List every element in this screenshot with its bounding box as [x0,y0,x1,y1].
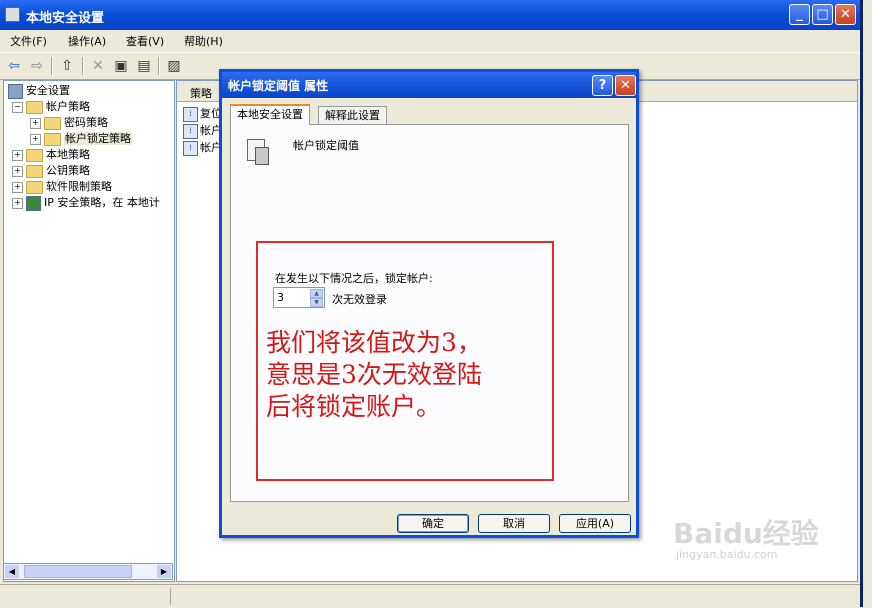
expand-icon[interactable]: + [30,117,41,129]
spinner-value: 3 [277,291,284,304]
dialog-close-button[interactable]: ✕ [615,75,636,96]
menu-action[interactable]: 操作(A) [68,33,106,49]
toolbar-separator [158,57,160,75]
list-item[interactable]: ⁞ 复位 [183,105,222,122]
toolbar-separator [51,57,53,75]
export-list-icon[interactable]: ▤ [135,57,153,75]
policy-icon: ⁞ [183,106,198,122]
tab-page: 帐户锁定阈值 在发生以下情况之后，锁定帐户: 3 ▲ ▼ 次无效登录 我们将该值… [230,124,629,502]
policy-server-icon [245,139,271,167]
tree-item-security-settings[interactable]: 安全设置 [8,83,160,99]
help-button[interactable]: ? [592,75,613,96]
tree-item-account-policies[interactable]: − 帐户策略 [8,99,160,115]
collapse-icon[interactable]: − [12,101,23,113]
close-button[interactable]: ✕ [835,4,856,25]
lockout-threshold-spinner[interactable]: 3 ▲ ▼ [273,287,325,308]
watermark-logo: Baidu经验 [673,517,819,550]
tree-item-ip-security[interactable]: + IP 安全策略，在 本地计 [8,195,160,211]
tree-item-software-restriction[interactable]: + 软件限制策略 [8,179,160,195]
folder-icon [44,116,61,130]
back-icon[interactable]: ⇦ [5,57,23,75]
tree-item-public-key-policies[interactable]: + 公钥策略 [8,163,160,179]
folder-icon [26,180,43,194]
list-item[interactable]: ⁞ 帐户 [183,139,222,156]
minimize-button[interactable]: _ [789,4,810,25]
spin-down-icon[interactable]: ▼ [310,298,323,307]
annotation-box: 在发生以下情况之后，锁定帐户: 3 ▲ ▼ 次无效登录 我们将该值改为3， 意思… [256,241,554,481]
folder-icon [26,148,43,162]
ip-security-icon [26,195,41,211]
menu-bar: 文件(F) 操作(A) 查看(V) 帮助(H) [0,30,860,50]
delete-icon[interactable]: ✕ [89,57,107,75]
cancel-button[interactable]: 取消 [478,514,550,533]
tree-item-label: 帐户锁定策略 [64,132,132,145]
expand-icon[interactable]: + [30,133,41,145]
watermark-url: jingyan.baidu.com [676,548,778,561]
expand-icon[interactable]: + [12,149,23,161]
spin-up-icon[interactable]: ▲ [310,289,323,298]
policy-icon: ⁞ [183,140,198,156]
window-title: 本地安全设置 [26,11,105,26]
status-bar [0,584,860,608]
folder-open-icon [26,100,43,114]
list-item[interactable]: ⁞ 帐户 [183,122,222,139]
security-settings-icon [8,83,23,99]
scroll-right-icon[interactable]: ▶ [157,565,171,578]
lockout-prompt: 在发生以下情况之后，锁定帐户: [275,272,433,285]
status-divider [170,588,171,605]
tree-item-label: 安全设置 [26,84,70,97]
dialog-title-bar[interactable]: 帐户锁定阈值 属性 ? ✕ [222,72,636,98]
up-folder-icon[interactable]: ⇧ [58,57,76,75]
tab-explain-setting[interactable]: 解释此设置 [318,106,387,124]
menu-help[interactable]: 帮助(H) [184,33,223,49]
menu-view[interactable]: 查看(V) [126,33,164,49]
tree-item-label: 本地策略 [46,148,90,161]
policy-name-label: 帐户锁定阈值 [293,139,359,152]
folder-open-icon [44,132,61,146]
app-icon [5,7,20,22]
tree-item-label: IP 安全策略，在 本地计 [44,196,160,209]
policy-icon: ⁞ [183,123,198,139]
dialog-title: 帐户锁定阈值 属性 [228,79,329,93]
tab-local-security-setting[interactable]: 本地安全设置 [230,104,310,125]
toolbar-separator [82,57,84,75]
properties-dialog: 帐户锁定阈值 属性 ? ✕ 本地安全设置 解释此设置 帐户锁定阈值 在发生以下情… [219,69,639,538]
expand-icon[interactable]: + [12,197,23,209]
annotation-text: 我们将该值改为3， 意思是3次无效登陆 后将锁定账户。 [266,328,482,421]
spinner-suffix: 次无效登录 [332,293,387,306]
scroll-thumb[interactable] [24,565,132,578]
help-topics-icon[interactable]: ▨ [165,57,183,75]
tree-horizontal-scrollbar[interactable]: ◀ ▶ [3,563,173,580]
tree-item-label: 软件限制策略 [46,180,112,193]
tree-item-label: 公钥策略 [46,164,90,177]
tree-item-local-policies[interactable]: + 本地策略 [8,147,160,163]
expand-icon[interactable]: + [12,181,23,193]
expand-icon[interactable]: + [12,165,23,177]
folder-icon [26,164,43,178]
apply-button[interactable]: 应用(A) [559,514,631,533]
scroll-left-icon[interactable]: ◀ [5,565,19,578]
ok-button[interactable]: 确定 [397,514,469,533]
properties-icon[interactable]: ▣ [112,57,130,75]
tree-item-password-policy[interactable]: + 密码策略 [8,115,160,131]
maximize-button[interactable]: □ [812,4,833,25]
forward-icon[interactable]: ⇨ [28,57,46,75]
tree-list: 安全设置 − 帐户策略 + 密码策略 + 帐户锁定策略 + 本地策略 + 公钥策略 + 软件… [8,83,160,211]
tree-pane: 安全设置 − 帐户策略 + 密码策略 + 帐户锁定策略 + 本地策略 + 公钥策略 + 软件… [3,80,175,582]
tree-item-account-lockout-policy[interactable]: + 帐户锁定策略 [8,131,160,147]
column-policy-label: 策略 [190,87,212,100]
menu-file[interactable]: 文件(F) [10,33,47,49]
tree-item-label: 密码策略 [64,116,108,129]
title-bar[interactable]: 本地安全设置 _ □ ✕ [0,0,860,30]
tree-item-label: 帐户策略 [46,100,90,113]
